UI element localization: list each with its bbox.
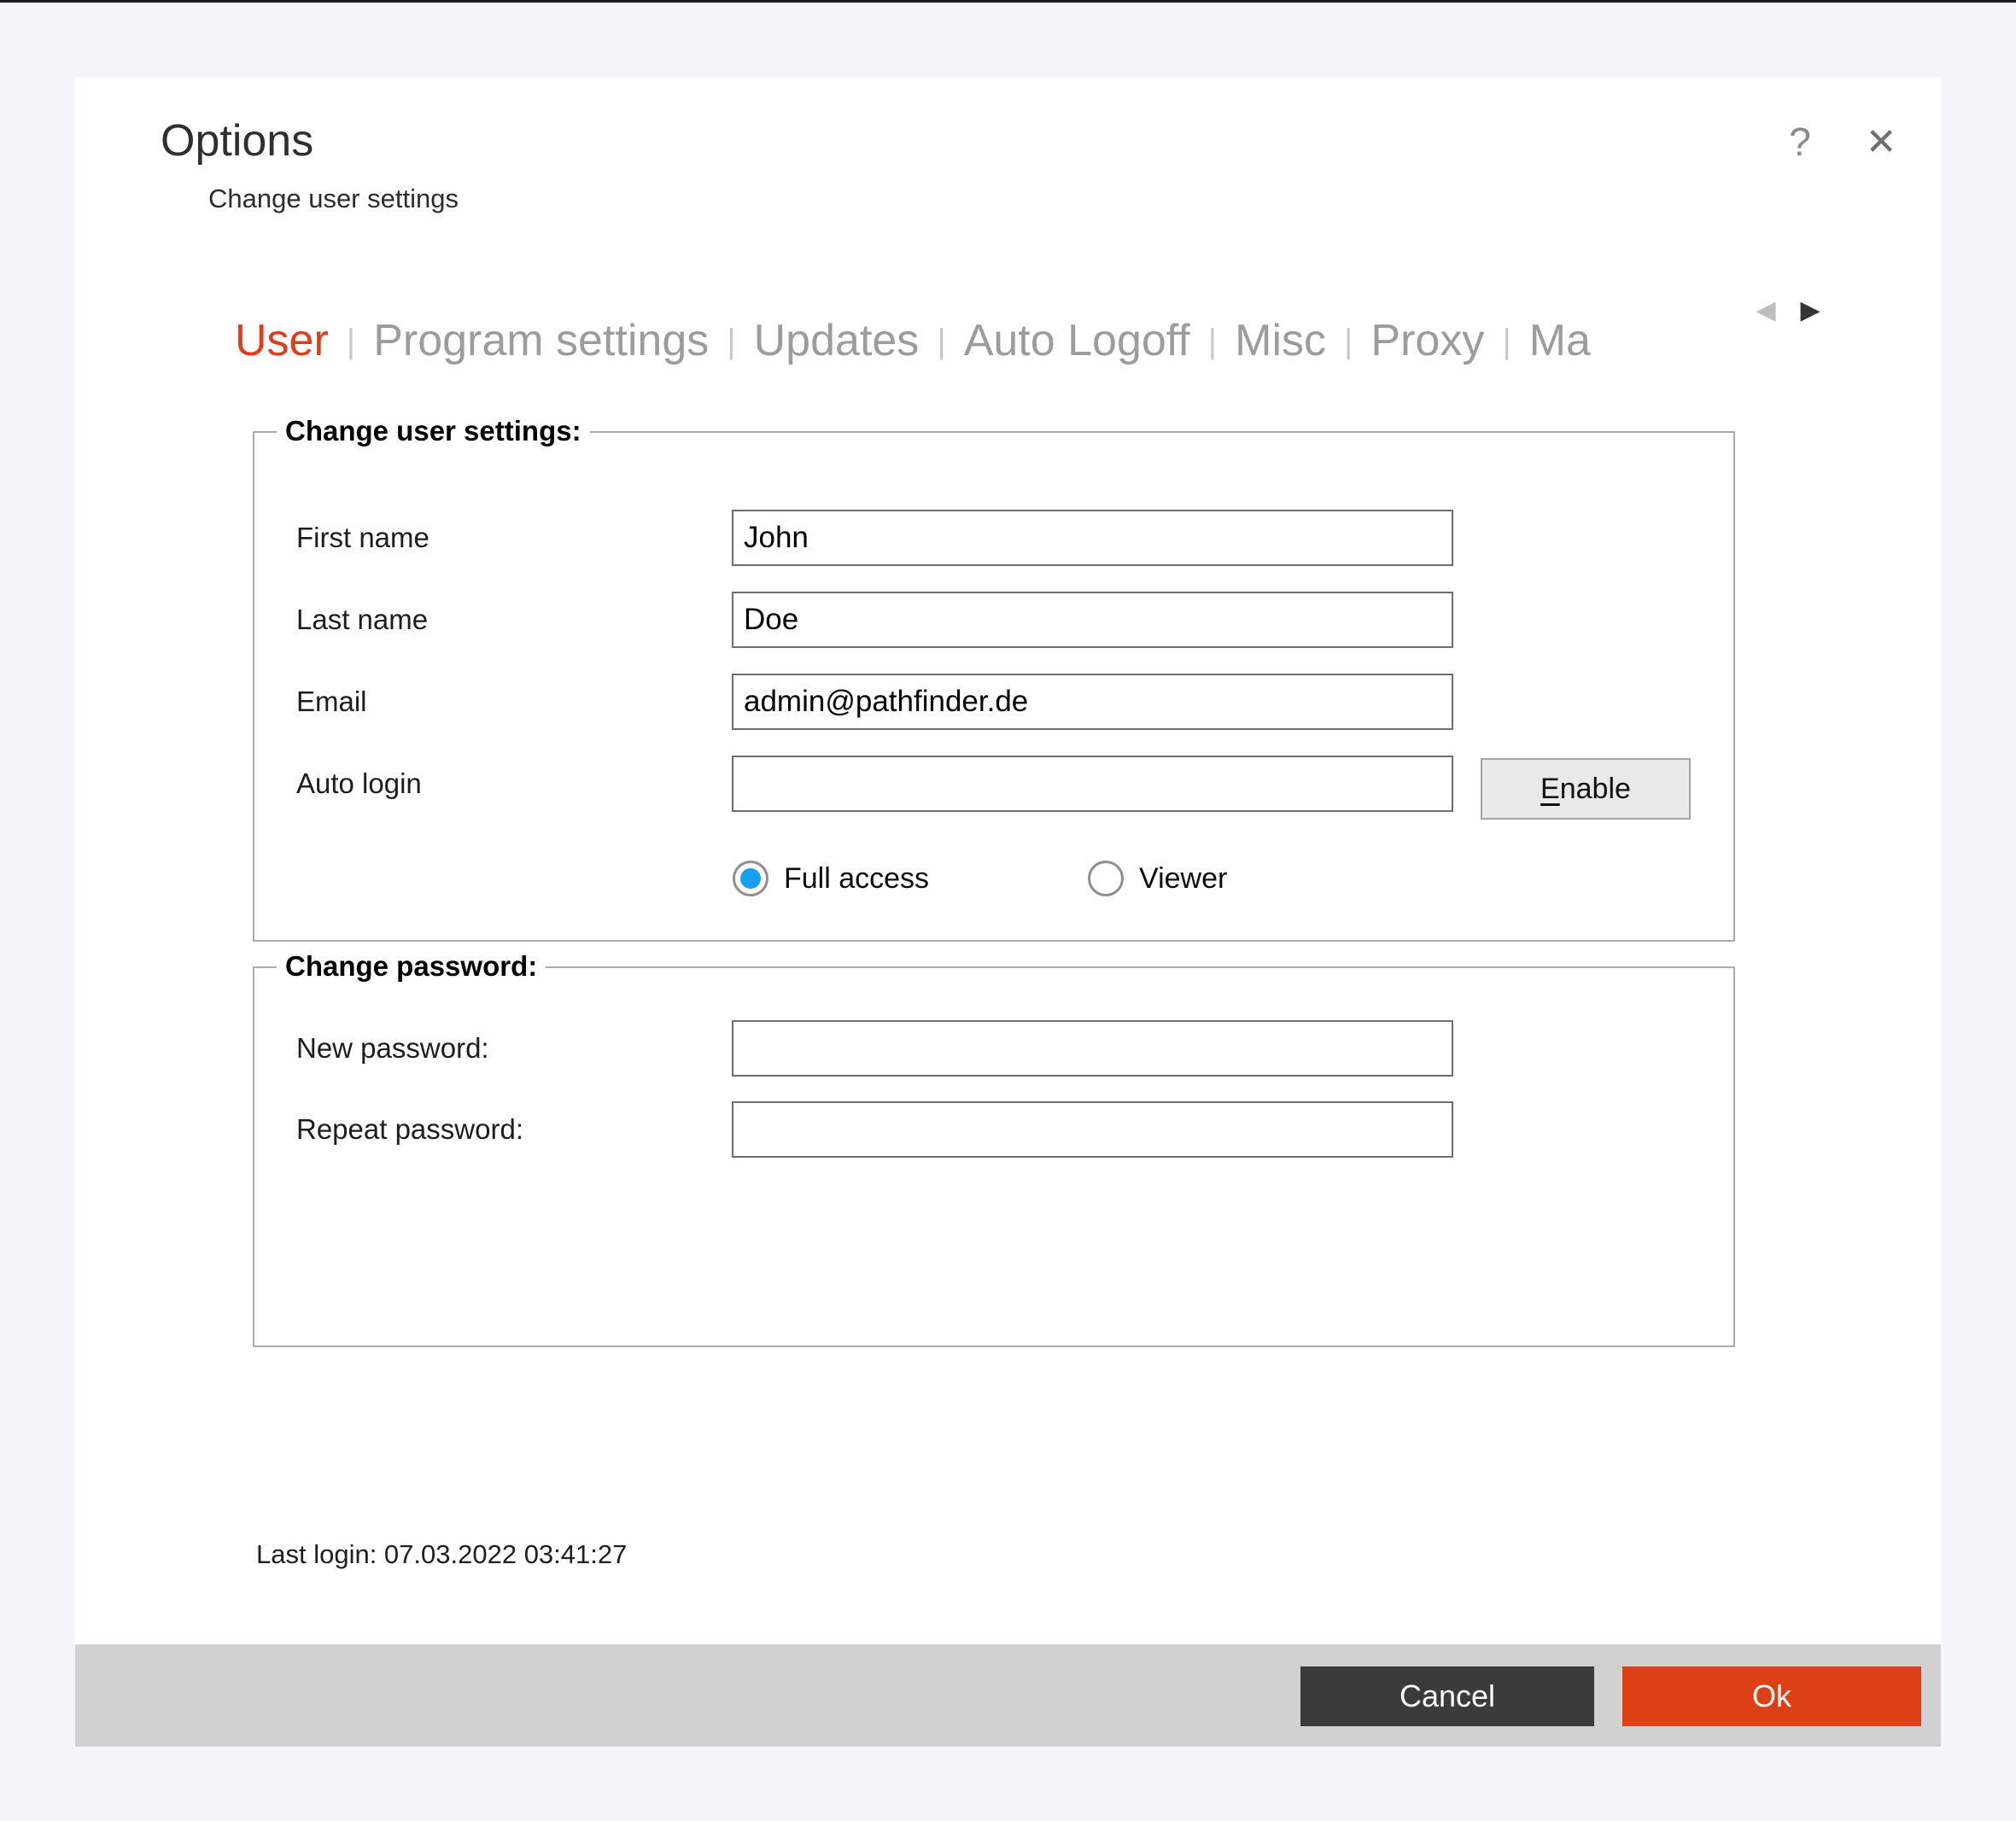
last-name-input[interactable] [732,592,1453,648]
tab-program-settings[interactable]: Program settings [373,306,709,375]
tab-scroll-left-icon[interactable]: ◀ [1747,291,1785,329]
change-password-legend: Change password: [277,948,546,985]
repeat-password-label: Repeat password: [296,1113,523,1146]
enable-button-rest: nable [1560,773,1631,805]
radio-viewer-label: Viewer [1139,862,1227,896]
user-settings-legend: Change user settings: [277,412,590,450]
radio-button-icon [733,861,768,896]
tab-bar: User|Program settings|Updates|Auto Logof… [235,306,1748,380]
dialog-subtitle: Change user settings [208,184,459,214]
last-name-label: Last name [296,604,428,636]
tab-separator: | [1502,307,1511,376]
tab-auto-logoff[interactable]: Auto Logoff [964,306,1190,375]
repeat-password-row: Repeat password: [296,1101,523,1158]
help-icon[interactable]: ? [1770,112,1830,172]
user-settings-group: Change user settings: First name Last na… [253,431,1735,942]
tab-separator: | [937,307,945,376]
tab-separator: | [727,307,735,376]
auto-login-row: Auto login [296,756,422,812]
tab-separator: | [1344,307,1353,376]
tab-user[interactable]: User [235,306,329,375]
new-password-row: New password: [296,1020,489,1077]
tab-updates[interactable]: Updates [754,306,920,375]
email-input[interactable] [732,674,1453,730]
tab-misc[interactable]: Misc [1235,306,1326,375]
tab-proxy[interactable]: Proxy [1370,306,1484,375]
radio-dot [740,868,761,889]
enable-button-accel: E [1540,773,1560,805]
new-password-input[interactable] [732,1020,1453,1077]
tab-separator: | [347,307,355,376]
ok-button[interactable]: Ok [1622,1666,1921,1726]
radio-full-access-label: Full access [784,862,929,896]
radio-dot [1096,868,1116,889]
tab-mail-truncated[interactable]: Ma [1529,306,1591,375]
email-row: Email [296,674,367,730]
cancel-button[interactable]: Cancel [1300,1666,1594,1726]
screen-top-edge [0,0,2016,3]
last-login-status: Last login: 07.03.2022 03:41:27 [256,1539,627,1570]
first-name-label: First name [296,522,429,554]
first-name-row: First name [296,510,429,566]
first-name-input[interactable] [732,510,1453,566]
radio-full-access[interactable]: Full access [733,858,929,899]
auto-login-label: Auto login [296,768,422,800]
enable-button[interactable]: Enable [1481,758,1691,820]
page-title: Options [161,114,313,169]
new-password-label: New password: [296,1032,489,1065]
last-name-row: Last name [296,592,428,648]
tab-separator: | [1208,307,1217,376]
footer-bar: Cancel Ok [75,1644,1941,1747]
close-icon[interactable]: ✕ [1847,112,1915,172]
radio-button-icon [1088,861,1124,896]
tab-scroll-right-icon[interactable]: ▶ [1791,291,1829,329]
auto-login-input[interactable] [732,756,1453,812]
radio-viewer[interactable]: Viewer [1088,858,1227,899]
options-dialog: Options Change user settings ? ✕ User|Pr… [75,78,1941,1747]
repeat-password-input[interactable] [732,1101,1453,1158]
email-label: Email [296,686,367,718]
change-password-group: Change password: New password: Repeat pa… [253,966,1735,1347]
